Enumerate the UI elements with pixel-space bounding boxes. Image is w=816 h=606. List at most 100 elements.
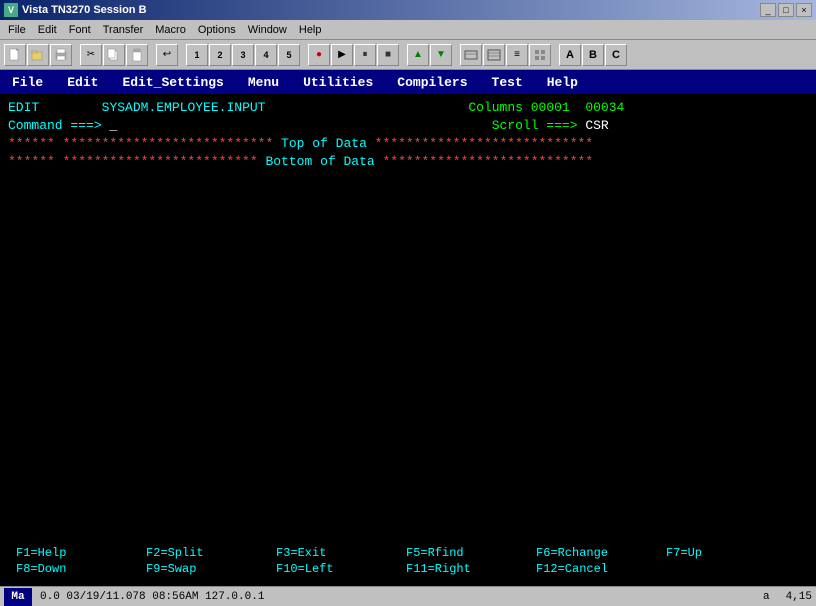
titlebar-title: Vista TN3270 Session B xyxy=(22,4,147,16)
num4-button[interactable]: 4 xyxy=(255,44,277,66)
win-menu-edit[interactable]: Edit xyxy=(32,22,63,38)
maximize-button[interactable]: □ xyxy=(778,3,794,17)
copy-button[interactable] xyxy=(103,44,125,66)
btn-a[interactable]: A xyxy=(559,44,581,66)
empty-terminal-space xyxy=(8,170,808,450)
bot-stars-left: ****** xyxy=(8,154,63,169)
win-menu-font[interactable]: Font xyxy=(63,22,97,38)
top-stars-right: **************************** xyxy=(375,136,593,151)
main-content: File Edit Edit_Settings Menu Utilities C… xyxy=(0,70,816,586)
fkey-f10[interactable]: F10=Left xyxy=(276,562,406,576)
fkey-f7[interactable]: F7=Up xyxy=(666,546,796,560)
fkey-f1[interactable]: F1=Help xyxy=(16,546,146,560)
status-info: 0.0 03/19/11.078 08:56AM 127.0.0.1 a 4,1… xyxy=(40,591,812,603)
dataset-name: SYSADM.EMPLOYEE.INPUT xyxy=(102,100,266,115)
command-label: Command ===> xyxy=(8,118,109,133)
cols-spacer xyxy=(265,100,468,115)
cut-button[interactable]: ✂ xyxy=(80,44,102,66)
scroll-value: CSR xyxy=(585,118,608,133)
fkey-f11[interactable]: F11=Right xyxy=(406,562,536,576)
fkey-f2[interactable]: F2=Split xyxy=(146,546,276,560)
win-menu-file[interactable]: File xyxy=(2,22,32,38)
fkey-f9[interactable]: F9=Swap xyxy=(146,562,276,576)
bottom-of-data-row: ****** ************************* Bottom … xyxy=(8,152,808,170)
tb-btn-7d[interactable] xyxy=(529,44,551,66)
fkey-f12[interactable]: F12=Cancel xyxy=(536,562,666,576)
toolbar-group-7: ≡ xyxy=(460,44,551,66)
top-stars-left: ****** xyxy=(8,136,63,151)
btn-b[interactable]: B xyxy=(582,44,604,66)
command-spacer xyxy=(117,118,491,133)
status-cursor: 4,15 xyxy=(786,591,812,603)
bot-stars-right: *************************** xyxy=(382,154,593,169)
tb-btn-7c[interactable]: ≡ xyxy=(506,44,528,66)
app-menu-test[interactable]: Test xyxy=(488,73,527,92)
edit-label: EDIT xyxy=(8,100,39,115)
btn-c[interactable]: C xyxy=(605,44,627,66)
command-row: Command ===> _ Scroll ===> CSR xyxy=(8,116,808,134)
app-menu-utilities[interactable]: Utilities xyxy=(299,73,377,92)
toolbar-group-6: ▲ ▼ xyxy=(407,44,452,66)
play-button[interactable]: ▶ xyxy=(331,44,353,66)
status-data: 0.0 03/19/11.078 08:56AM 127.0.0.1 xyxy=(40,591,264,603)
toolbar-group-2: ✂ xyxy=(80,44,148,66)
arrow-up-button[interactable]: ▲ xyxy=(407,44,429,66)
app-menu-compilers[interactable]: Compilers xyxy=(393,73,471,92)
app-icon: V xyxy=(4,3,18,17)
toolbar-group-4: 1 2 3 4 5 xyxy=(186,44,300,66)
command-cursor[interactable]: _ xyxy=(109,118,117,133)
win-menu-transfer[interactable]: Transfer xyxy=(97,22,150,38)
arrow-down-button[interactable]: ▼ xyxy=(430,44,452,66)
close-button[interactable]: × xyxy=(796,3,812,17)
num1-button[interactable]: 1 xyxy=(186,44,208,66)
scroll-label: Scroll ===> xyxy=(492,118,586,133)
num5-button[interactable]: 5 xyxy=(278,44,300,66)
bot-stars-mid: ************************* xyxy=(63,154,258,169)
funckeys: F1=Help F2=Split F3=Exit F5=Rfind F6=Rch… xyxy=(0,542,816,586)
top-stars-mid: *************************** xyxy=(63,136,274,151)
minimize-button[interactable]: _ xyxy=(760,3,776,17)
app-menu-menu[interactable]: Menu xyxy=(244,73,283,92)
titlebar: V Vista TN3270 Session B _ □ × xyxy=(0,0,816,20)
top-of-data-text: Top of Data xyxy=(273,136,374,151)
fkey-row-2: F8=Down F9=Swap F10=Left F11=Right F12=C… xyxy=(16,562,800,576)
tb-btn-7a[interactable] xyxy=(460,44,482,66)
titlebar-left: V Vista TN3270 Session B xyxy=(4,3,147,17)
titlebar-controls[interactable]: _ □ × xyxy=(760,3,812,17)
app-menu-edit-settings[interactable]: Edit_Settings xyxy=(118,73,227,92)
win-menu-help[interactable]: Help xyxy=(293,22,328,38)
toolbar-group-5: ● ▶ ⏸ ■ xyxy=(308,44,399,66)
toolbar: ✂ ↩ 1 2 3 4 5 ● ▶ ⏸ ■ ▲ ▼ ≡ xyxy=(0,40,816,70)
undo-button[interactable]: ↩ xyxy=(156,44,178,66)
edit-spacer xyxy=(39,100,101,115)
fkey-row-1: F1=Help F2=Split F3=Exit F5=Rfind F6=Rch… xyxy=(16,546,800,560)
num3-button[interactable]: 3 xyxy=(232,44,254,66)
new-button[interactable] xyxy=(4,44,26,66)
app-menu-edit[interactable]: Edit xyxy=(63,73,102,92)
print-button[interactable] xyxy=(50,44,72,66)
fkey-f3[interactable]: F3=Exit xyxy=(276,546,406,560)
toolbar-group-1 xyxy=(4,44,72,66)
status-indicator: Ma xyxy=(4,588,32,606)
pause-button[interactable]: ⏸ xyxy=(354,44,376,66)
app-menu-help[interactable]: Help xyxy=(543,73,582,92)
stop-button[interactable]: ■ xyxy=(377,44,399,66)
win-menubar: File Edit Font Transfer Macro Options Wi… xyxy=(0,20,816,40)
fkey-f8[interactable]: F8=Down xyxy=(16,562,146,576)
open-button[interactable] xyxy=(27,44,49,66)
fkey-f5[interactable]: F5=Rfind xyxy=(406,546,536,560)
fkey-f6[interactable]: F6=Rchange xyxy=(536,546,666,560)
win-menu-macro[interactable]: Macro xyxy=(149,22,192,38)
win-menu-options[interactable]: Options xyxy=(192,22,242,38)
tb-btn-7b[interactable] xyxy=(483,44,505,66)
toolbar-group-abc: A B C xyxy=(559,44,627,66)
bottom-of-data-text: Bottom of Data xyxy=(258,154,383,169)
num2-button[interactable]: 2 xyxy=(209,44,231,66)
win-menu-window[interactable]: Window xyxy=(242,22,293,38)
record-button[interactable]: ● xyxy=(308,44,330,66)
top-of-data-row: ****** *************************** Top o… xyxy=(8,134,808,152)
toolbar-group-3: ↩ xyxy=(156,44,178,66)
statusbar: Ma 0.0 03/19/11.078 08:56AM 127.0.0.1 a … xyxy=(0,586,816,606)
app-menu-file[interactable]: File xyxy=(8,73,47,92)
paste-button[interactable] xyxy=(126,44,148,66)
